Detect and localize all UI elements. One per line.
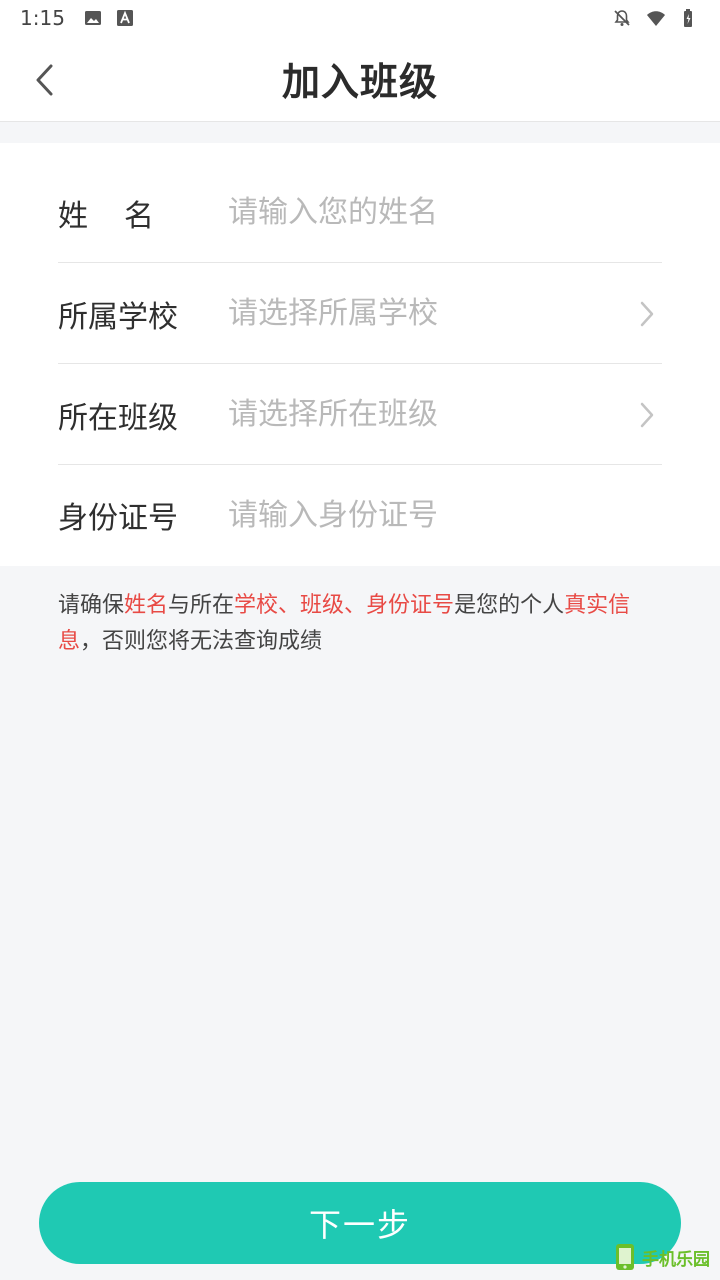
notice-text: 请确保姓名与所在学校、班级、身份证号是您的个人真实信息，否则您将无法查询成绩 — [58, 588, 668, 660]
name-label: 姓名 — [58, 198, 190, 234]
notice-part: 请确保 — [58, 593, 125, 618]
battery-icon — [680, 8, 700, 28]
watermark-text: 手机乐园 — [642, 1249, 710, 1270]
class-select[interactable] — [228, 384, 632, 445]
image-icon — [83, 8, 103, 28]
next-step-button[interactable]: 下一步 — [39, 1182, 681, 1264]
app-header: 加入班级 — [0, 36, 720, 122]
back-button[interactable] — [22, 58, 66, 102]
school-row[interactable]: 所属学校 — [58, 264, 662, 364]
join-class-form: 姓名 所属学校 所在班级 身份证号 — [0, 143, 720, 566]
class-label: 所在班级 — [58, 400, 178, 436]
chevron-right-icon — [632, 395, 662, 435]
notice-highlight: 学校、班级、身份证号 — [234, 593, 455, 618]
status-time: 1:15 — [20, 6, 65, 30]
notice-part: 是您的个人 — [454, 593, 565, 618]
id-number-label: 身份证号 — [58, 501, 178, 536]
notice-part: 与所在 — [168, 593, 235, 618]
notice-highlight: 姓名 — [124, 593, 169, 618]
notice-part: ，否则您将无法查询成绩 — [80, 629, 323, 654]
school-select[interactable] — [228, 283, 632, 344]
school-label: 所属学校 — [58, 299, 178, 335]
watermark-logo-icon — [616, 1244, 634, 1270]
page-title: 加入班级 — [281, 60, 438, 104]
status-bar: 1:15 — [0, 0, 720, 36]
wifi-icon — [646, 8, 666, 28]
chevron-left-icon — [36, 64, 53, 96]
chevron-right-icon — [632, 294, 662, 334]
name-row: 姓名 — [58, 163, 662, 263]
class-row[interactable]: 所在班级 — [58, 365, 662, 465]
watermark: 手机乐园 — [612, 1240, 712, 1274]
id-number-row: 身份证号 — [58, 465, 662, 565]
mute-icon — [612, 8, 632, 28]
id-number-input[interactable] — [228, 485, 662, 545]
name-input[interactable] — [228, 182, 662, 243]
font-a-icon — [115, 8, 135, 28]
